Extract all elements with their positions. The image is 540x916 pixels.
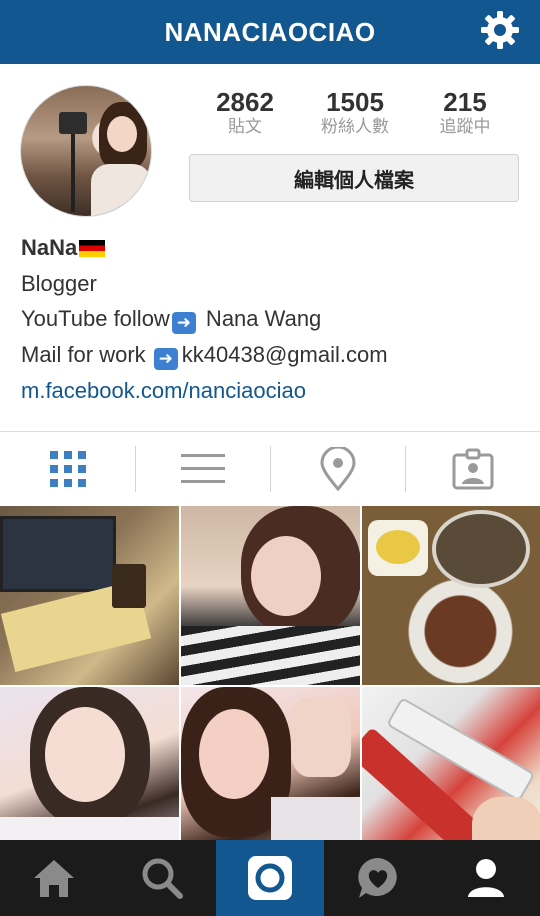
search-icon: [142, 858, 183, 899]
post-thumbnail[interactable]: [0, 506, 179, 685]
nav-search[interactable]: [108, 840, 216, 916]
stat-following-count: 215: [443, 87, 487, 117]
top-bar: NANACIAOCIAO: [0, 0, 540, 64]
location-pin-icon: [319, 447, 356, 491]
bio-mail-address: kk40438@gmail.com: [181, 341, 388, 367]
bottom-navigation: [0, 840, 540, 916]
stat-following-label: 追蹤中: [439, 117, 491, 136]
profile-username-title: NANACIAOCIAO: [164, 16, 376, 47]
gear-icon[interactable]: [478, 8, 522, 52]
face-graphic: [251, 536, 321, 616]
profile-bio: NaNa Blogger YouTube follow ➜ Nana Wang M…: [21, 230, 531, 372]
dumpling-bowl-graphic: [432, 510, 530, 588]
bio-line-mail: Mail for work ➜ kk40438@gmail.com: [21, 337, 531, 373]
bio-youtube-name: Nana Wang: [199, 306, 322, 331]
nav-camera[interactable]: [216, 840, 324, 916]
bio-youtube-prefix: YouTube follow: [21, 306, 170, 331]
bio-line-youtube: YouTube follow ➜ Nana Wang: [21, 301, 531, 337]
striped-shirt-graphic: [181, 626, 360, 685]
tab-grid-view[interactable]: [0, 432, 135, 506]
right-arrow-icon: ➜: [171, 312, 196, 334]
posts-grid: [0, 506, 540, 866]
stat-followers[interactable]: 1505 粉絲人數: [300, 88, 410, 138]
coffee-cup-graphic: [112, 564, 146, 608]
nav-profile[interactable]: [432, 840, 540, 916]
avatar-body-graphic: [91, 164, 151, 216]
stat-posts[interactable]: 2862 貼文: [190, 88, 300, 138]
person-tag-icon: [452, 448, 493, 490]
stat-followers-count: 1505: [326, 87, 384, 117]
list-icon: [180, 454, 225, 483]
right-arrow-icon: ➜: [153, 347, 178, 370]
nav-home[interactable]: [0, 840, 108, 916]
bio-name: NaNa: [21, 235, 78, 260]
tab-list-view[interactable]: [135, 432, 270, 506]
edit-profile-button[interactable]: 編輯個人檔案: [189, 154, 519, 202]
stat-following[interactable]: 215 追蹤中: [410, 88, 520, 138]
profile-view-tabs: [0, 431, 540, 506]
nav-activity[interactable]: [324, 840, 432, 916]
stat-posts-label: 貼文: [228, 117, 262, 136]
hand-graphic: [291, 697, 351, 777]
avatar-camera-graphic: [59, 112, 87, 134]
stat-followers-label: 粉絲人數: [321, 117, 389, 136]
post-thumbnail[interactable]: [362, 506, 540, 685]
home-icon: [34, 860, 74, 897]
profile-stats: 2862 貼文 1505 粉絲人數 215 追蹤中: [190, 88, 520, 138]
bio-mail-prefix: Mail for work: [21, 341, 152, 367]
grid-icon: [49, 451, 86, 487]
post-thumbnail[interactable]: [181, 506, 360, 685]
heart-bubble-icon: [358, 858, 397, 898]
face-graphic: [199, 709, 269, 799]
laptop-graphic: [0, 516, 116, 592]
face-graphic: [45, 707, 125, 802]
bio-name-line: NaNa: [21, 230, 531, 266]
profile-icon: [468, 859, 504, 897]
tab-map-view[interactable]: [270, 432, 405, 506]
germany-flag-icon: [79, 240, 106, 257]
profile-avatar[interactable]: [20, 85, 152, 217]
camera-icon: [248, 856, 292, 900]
egg-graphic: [376, 530, 420, 564]
bio-line-blogger: Blogger: [21, 270, 97, 296]
tab-tagged-view[interactable]: [405, 432, 540, 506]
stat-posts-count: 2862: [216, 87, 274, 117]
avatar-face-graphic: [107, 116, 137, 152]
bio-website-link[interactable]: m.facebook.com/nanciaociao: [21, 378, 306, 404]
